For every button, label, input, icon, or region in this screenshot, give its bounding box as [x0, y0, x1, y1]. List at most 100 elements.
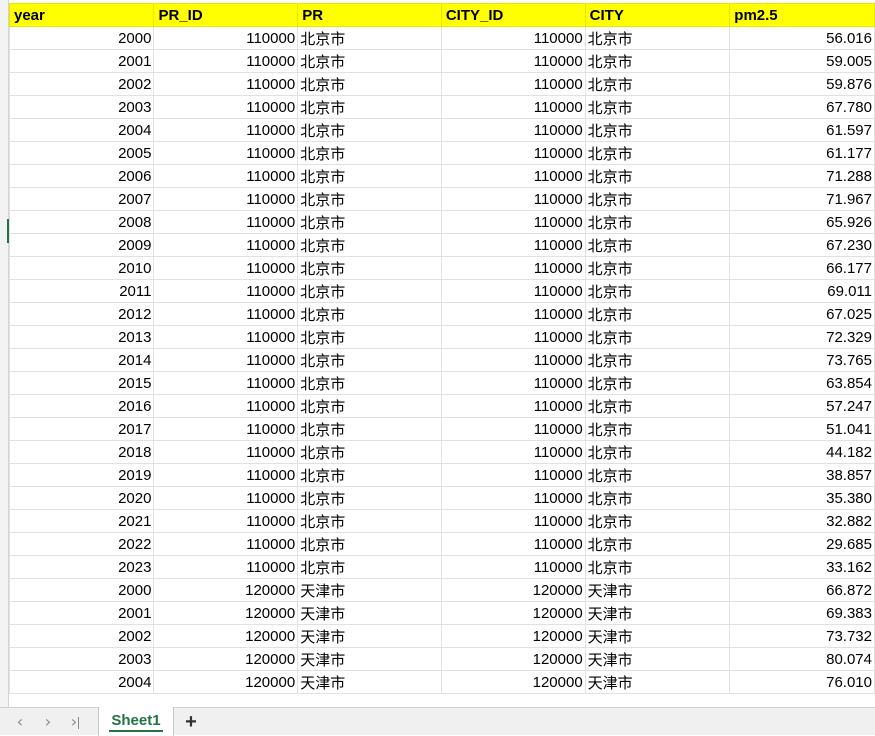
table-cell[interactable]: 天津市: [297, 601, 442, 625]
table-cell[interactable]: 120000: [440, 624, 586, 648]
table-cell[interactable]: 120000: [153, 578, 299, 602]
table-cell[interactable]: 120000: [153, 647, 299, 671]
table-cell[interactable]: 110000: [153, 555, 299, 579]
table-cell[interactable]: 110000: [440, 509, 586, 533]
table-cell[interactable]: 110000: [440, 141, 586, 165]
table-cell[interactable]: 北京市: [584, 509, 731, 533]
table-cell[interactable]: 110000: [153, 72, 299, 96]
table-cell[interactable]: 2018: [8, 440, 155, 464]
table-cell[interactable]: 71.967: [729, 187, 875, 211]
table-cell[interactable]: 110000: [440, 26, 586, 50]
table-cell[interactable]: 北京市: [584, 164, 731, 188]
table-cell[interactable]: 北京市: [584, 72, 731, 96]
table-cell[interactable]: 110000: [153, 118, 299, 142]
table-cell[interactable]: 2003: [8, 95, 155, 119]
table-cell[interactable]: 61.177: [729, 141, 875, 165]
table-cell[interactable]: 北京市: [297, 440, 442, 464]
table-cell[interactable]: 北京市: [584, 394, 731, 418]
table-cell[interactable]: 120000: [440, 670, 586, 694]
table-cell[interactable]: 天津市: [584, 670, 731, 694]
table-cell[interactable]: 110000: [440, 394, 586, 418]
table-cell[interactable]: 67.025: [729, 302, 875, 326]
table-cell[interactable]: 110000: [440, 49, 586, 73]
table-cell[interactable]: 2011: [8, 279, 155, 303]
table-cell[interactable]: 天津市: [297, 647, 442, 671]
table-cell[interactable]: 北京市: [584, 187, 731, 211]
table-cell[interactable]: 110000: [153, 256, 299, 280]
table-cell[interactable]: 2012: [8, 302, 155, 326]
table-cell[interactable]: 北京市: [584, 256, 731, 280]
table-cell[interactable]: 56.016: [729, 26, 875, 50]
table-cell[interactable]: 66.177: [729, 256, 875, 280]
table-cell[interactable]: 北京市: [297, 72, 442, 96]
table-cell[interactable]: 110000: [153, 371, 299, 395]
table-cell[interactable]: 2001: [8, 49, 155, 73]
column-header-pr-id[interactable]: PR_ID: [153, 3, 299, 27]
chevron-left-icon[interactable]: ‹: [10, 712, 30, 732]
table-cell[interactable]: 天津市: [584, 578, 731, 602]
table-cell[interactable]: 北京市: [584, 302, 731, 326]
table-cell[interactable]: 北京市: [297, 187, 442, 211]
table-cell[interactable]: 北京市: [297, 325, 442, 349]
table-cell[interactable]: 110000: [440, 417, 586, 441]
table-cell[interactable]: 110000: [153, 486, 299, 510]
table-cell[interactable]: 北京市: [297, 118, 442, 142]
table-cell[interactable]: 61.597: [729, 118, 875, 142]
table-cell[interactable]: 北京市: [584, 417, 731, 441]
table-cell[interactable]: 北京市: [297, 348, 442, 372]
table-cell[interactable]: 2001: [8, 601, 155, 625]
table-cell[interactable]: 110000: [440, 279, 586, 303]
table-cell[interactable]: 北京市: [297, 417, 442, 441]
table-cell[interactable]: 110000: [153, 210, 299, 234]
table-cell[interactable]: 北京市: [297, 233, 442, 257]
table-cell[interactable]: 天津市: [297, 624, 442, 648]
table-cell[interactable]: 北京市: [584, 325, 731, 349]
table-cell[interactable]: 北京市: [584, 463, 731, 487]
table-cell[interactable]: 北京市: [297, 141, 442, 165]
table-cell[interactable]: 59.005: [729, 49, 875, 73]
table-cell[interactable]: 2008: [8, 210, 155, 234]
table-cell[interactable]: 71.288: [729, 164, 875, 188]
table-cell[interactable]: 110000: [440, 95, 586, 119]
table-cell[interactable]: 北京市: [584, 371, 731, 395]
table-cell[interactable]: 2021: [8, 509, 155, 533]
table-cell[interactable]: 北京市: [297, 279, 442, 303]
table-cell[interactable]: 110000: [440, 486, 586, 510]
table-cell[interactable]: 2002: [8, 624, 155, 648]
table-cell[interactable]: 69.011: [729, 279, 875, 303]
spreadsheet-grid[interactable]: year PR_ID PR CITY_ID CITY pm2.5 2000 110…: [0, 0, 875, 707]
table-cell[interactable]: 65.926: [729, 210, 875, 234]
column-header-pr[interactable]: PR: [297, 3, 442, 27]
table-cell[interactable]: 33.162: [729, 555, 875, 579]
table-cell[interactable]: 北京市: [297, 532, 442, 556]
table-cell[interactable]: 69.383: [729, 601, 875, 625]
table-cell[interactable]: 2016: [8, 394, 155, 418]
table-cell[interactable]: 110000: [440, 348, 586, 372]
table-cell[interactable]: 110000: [153, 187, 299, 211]
table-cell[interactable]: 2022: [8, 532, 155, 556]
table-cell[interactable]: 2020: [8, 486, 155, 510]
table-cell[interactable]: 北京市: [297, 95, 442, 119]
table-cell[interactable]: 67.230: [729, 233, 875, 257]
table-cell[interactable]: 110000: [440, 164, 586, 188]
table-cell[interactable]: 北京市: [584, 118, 731, 142]
table-cell[interactable]: 110000: [440, 440, 586, 464]
table-cell[interactable]: 73.732: [729, 624, 875, 648]
chevron-last-icon[interactable]: ›: [64, 712, 84, 732]
table-cell[interactable]: 110000: [440, 187, 586, 211]
table-cell[interactable]: 2004: [8, 670, 155, 694]
table-cell[interactable]: 110000: [153, 325, 299, 349]
table-cell[interactable]: 110000: [153, 463, 299, 487]
table-cell[interactable]: 110000: [440, 72, 586, 96]
table-cell[interactable]: 110000: [153, 279, 299, 303]
table-cell[interactable]: 2003: [8, 647, 155, 671]
table-cell[interactable]: 80.074: [729, 647, 875, 671]
table-cell[interactable]: 北京市: [584, 210, 731, 234]
table-cell[interactable]: 北京市: [584, 49, 731, 73]
table-cell[interactable]: 2009: [8, 233, 155, 257]
table-cell[interactable]: 2006: [8, 164, 155, 188]
table-cell[interactable]: 59.876: [729, 72, 875, 96]
table-cell[interactable]: 110000: [440, 532, 586, 556]
table-cell[interactable]: 110000: [153, 302, 299, 326]
table-cell[interactable]: 120000: [153, 670, 299, 694]
